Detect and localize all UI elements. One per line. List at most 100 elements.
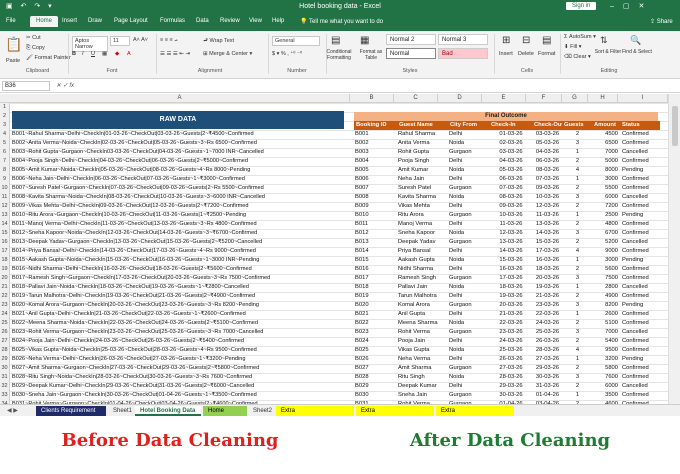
outcome-cell[interactable]: B016 <box>354 265 397 274</box>
tab-review[interactable]: Review <box>220 18 240 24</box>
outcome-cell[interactable]: Cancelled <box>620 148 660 157</box>
column-header-a[interactable]: A <box>10 94 350 103</box>
outcome-cell[interactable]: Delhi <box>448 175 489 184</box>
row-header[interactable]: 14 <box>0 220 10 229</box>
row-header[interactable]: 6 <box>0 148 10 157</box>
outcome-cell[interactable]: Pending <box>620 355 660 364</box>
outcome-cell[interactable]: Anil Gupta <box>397 310 448 319</box>
outcome-cell[interactable]: 16-03-26 <box>532 256 562 265</box>
outcome-cell[interactable]: B010 <box>354 211 397 220</box>
outcome-cell[interactable]: Confirmed <box>620 139 660 148</box>
outcome-cell[interactable]: Deepak Kumar <box>397 382 448 391</box>
row-header[interactable]: 5 <box>0 139 10 148</box>
outcome-cell[interactable]: 5400 <box>592 337 620 346</box>
outcome-header-check-out[interactable]: Check-Out <box>532 121 563 130</box>
outcome-cell[interactable]: Confirmed <box>620 364 660 373</box>
outcome-cell[interactable]: Delhi <box>448 337 489 346</box>
outcome-cell[interactable]: Noida <box>448 256 489 265</box>
outcome-cell[interactable]: 29-03-26 <box>489 382 532 391</box>
raw-data-row[interactable]: B002~Anita Verma~Noida~CheckIn|02-03-26~… <box>12 139 344 148</box>
outcome-cell[interactable]: Confirmed <box>620 337 660 346</box>
outcome-cell[interactable]: B023 <box>354 328 397 337</box>
outcome-cell[interactable]: B006 <box>354 175 397 184</box>
outcome-cell[interactable]: Vikas Gupta <box>397 346 448 355</box>
row-header[interactable]: 30 <box>0 364 10 373</box>
outcome-cell[interactable]: 11-03-26 <box>532 211 562 220</box>
column-header-b[interactable]: B <box>350 94 394 103</box>
outcome-cell[interactable]: Cancelled <box>620 283 660 292</box>
outcome-cell[interactable]: 2 <box>562 337 592 346</box>
outcome-cell[interactable]: 20-03-26 <box>489 301 532 310</box>
outcome-cell[interactable]: Tarun Malhotra <box>397 292 448 301</box>
column-header-g[interactable]: G <box>562 94 588 103</box>
outcome-cell[interactable]: Pending <box>620 166 660 175</box>
outcome-cell[interactable]: Confirmed <box>620 391 660 400</box>
row-header[interactable]: 22 <box>0 292 10 301</box>
outcome-cell[interactable]: 3500 <box>592 391 620 400</box>
outcome-cell[interactable]: B007 <box>354 184 397 193</box>
outcome-cell[interactable]: 4800 <box>592 220 620 229</box>
outcome-cell[interactable]: B028 <box>354 373 397 382</box>
raw-data-row[interactable]: B006~Neha Jain~Delhi~CheckIn|06-03-26~Ch… <box>12 175 344 184</box>
tab-insert[interactable]: Insert <box>62 18 77 24</box>
outcome-cell[interactable]: Delhi <box>448 265 489 274</box>
outcome-cell[interactable]: 3 <box>562 328 592 337</box>
share-button[interactable]: ⇪ Share <box>650 18 673 25</box>
outcome-cell[interactable]: Aakash Gupta <box>397 256 448 265</box>
outcome-cell[interactable]: 2 <box>562 265 592 274</box>
outcome-cell[interactable]: 7600 <box>592 373 620 382</box>
outcome-cell[interactable]: 2800 <box>592 283 620 292</box>
outcome-cell[interactable]: Amit Sharma <box>397 364 448 373</box>
outcome-header-guest-name[interactable]: Guest Name <box>397 121 448 130</box>
outcome-cell[interactable]: 17-03-26 <box>532 247 562 256</box>
outcome-cell[interactable]: B002 <box>354 139 397 148</box>
raw-data-row[interactable]: B003~Rohit Gupta~Gurgaon~CheckIn03-03-26… <box>12 148 344 157</box>
paste-icon[interactable]: 📋 <box>5 36 22 53</box>
outcome-cell[interactable]: 6000 <box>592 193 620 202</box>
outcome-cell[interactable]: Nidhi Sharma <box>397 265 448 274</box>
row-header[interactable]: 21 <box>0 283 10 292</box>
conditional-formatting-icon[interactable]: ▤ <box>331 35 340 46</box>
outcome-cell[interactable]: 28-03-26 <box>532 346 562 355</box>
raw-data-row[interactable]: B005~Amit Kumar~Noida~CheckIn|05-03-26~C… <box>12 166 344 175</box>
outcome-cell[interactable]: 20-03-26 <box>532 274 562 283</box>
outcome-cell[interactable]: Confirmed <box>620 247 660 256</box>
outcome-cell[interactable]: 15-03-26 <box>489 256 532 265</box>
outcome-cell[interactable]: 5000 <box>592 157 620 166</box>
outcome-header-check-in[interactable]: Check-In <box>489 121 532 130</box>
outcome-cell[interactable]: B009 <box>354 202 397 211</box>
outcome-cell[interactable]: 9000 <box>592 247 620 256</box>
format-as-table-icon[interactable]: ▦ <box>360 35 369 46</box>
outcome-cell[interactable]: 4 <box>562 247 592 256</box>
outcome-cell[interactable]: 3000 <box>592 256 620 265</box>
scroll-thumb[interactable] <box>672 106 678 146</box>
outcome-cell[interactable]: Delhi <box>448 157 489 166</box>
outcome-cell[interactable]: Ramesh Singh <box>397 274 448 283</box>
outcome-cell[interactable]: B020 <box>354 301 397 310</box>
italic-button[interactable]: I <box>82 51 84 57</box>
outcome-cell[interactable]: Noida <box>448 373 489 382</box>
outcome-cell[interactable]: B015 <box>354 256 397 265</box>
sign-in-button[interactable]: Sign in <box>566 2 597 10</box>
outcome-cell[interactable]: B026 <box>354 355 397 364</box>
outcome-cell[interactable]: B025 <box>354 346 397 355</box>
paste-button[interactable]: Paste <box>6 58 20 64</box>
sheet-tab[interactable]: Clients Requirement <box>36 406 106 416</box>
outcome-cell[interactable]: Neha Jain <box>397 175 448 184</box>
outcome-cell[interactable]: 6700 <box>592 229 620 238</box>
raw-data-row[interactable]: B020~Komal Arora~Gurgaon~CheckIn|20-03-2… <box>12 301 344 310</box>
outcome-cell[interactable]: Confirmed <box>620 184 660 193</box>
outcome-cell[interactable]: 12-03-26 <box>532 202 562 211</box>
outcome-cell[interactable]: Confirmed <box>620 130 660 139</box>
outcome-cell[interactable]: Delhi <box>448 292 489 301</box>
outcome-cell[interactable]: Noida <box>448 166 489 175</box>
align-top-icons[interactable]: ≡ ≡ ≡ ⦟ <box>160 37 178 44</box>
outcome-cell[interactable]: Confirmed <box>620 274 660 283</box>
raw-data-row[interactable]: B011~Manoj Verma~Delhi~CheckIn|11-03-26~… <box>12 220 344 229</box>
raw-data-row[interactable]: B021~Anil Gupta~Delhi~CheckIn|21-03-26~C… <box>12 310 344 319</box>
tab-view[interactable]: View <box>249 18 262 24</box>
sheet-tab[interactable]: Home <box>203 406 247 416</box>
style-normal-3[interactable]: Normal 3 <box>438 34 488 45</box>
outcome-cell[interactable]: Gurgaon <box>448 211 489 220</box>
raw-data-row[interactable]: B023~Rohit Verma~Gurgaon~CheckIn|23-03-2… <box>12 328 344 337</box>
